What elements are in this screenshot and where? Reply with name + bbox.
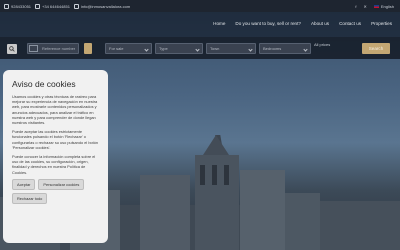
phone-icon xyxy=(4,3,9,9)
nav-home[interactable]: Home xyxy=(213,21,225,26)
accept-cookies-button[interactable]: Aceptar xyxy=(12,178,36,190)
price-filter[interactable]: All prices xyxy=(314,42,330,48)
chevron-down-icon xyxy=(303,47,308,52)
mobile-text: +34 644644851 xyxy=(42,3,70,9)
nav-properties[interactable]: Properties xyxy=(371,21,392,26)
mobile-icon xyxy=(35,3,41,9)
town-value: Town xyxy=(210,46,220,51)
cookie-text-3: Puede conocer la información completa so… xyxy=(12,154,96,175)
type-value: Type xyxy=(159,46,168,51)
uk-flag-icon xyxy=(373,4,379,8)
mobile-item[interactable]: +34 644644851 xyxy=(35,3,70,9)
reference-placeholder: Reference number xyxy=(42,46,76,51)
location-button[interactable] xyxy=(84,43,92,54)
search-icon[interactable] xyxy=(7,44,17,54)
nav-about-us[interactable]: About us xyxy=(311,21,329,26)
chevron-down-icon xyxy=(144,47,149,52)
chevron-down-icon xyxy=(195,47,200,52)
cookie-dialog: Aviso de cookies Usamos cookies y otras … xyxy=(3,70,108,243)
cookie-title: Aviso de cookies xyxy=(12,79,76,89)
email-text: info@inmosanvallalora.com xyxy=(80,3,131,9)
nav-contact-us[interactable]: Contact us xyxy=(339,21,361,26)
phone-text: 928433051 xyxy=(11,3,32,9)
type-select[interactable]: Type xyxy=(155,43,203,54)
chevron-down-icon xyxy=(248,47,253,52)
reference-checkbox-icon[interactable] xyxy=(29,45,38,52)
email-item[interactable]: info@inmosanvallalora.com xyxy=(73,3,131,9)
operation-select[interactable]: For sale xyxy=(105,43,152,54)
search-button[interactable]: Search xyxy=(362,43,390,54)
customize-cookies-button[interactable]: Personalizar cookies xyxy=(38,178,85,190)
nav-buy-sell-rent[interactable]: Do you want to buy, sell or rent? xyxy=(235,21,301,26)
email-icon xyxy=(73,3,79,9)
twitter-icon[interactable]: ✕ xyxy=(364,4,367,9)
facebook-icon[interactable]: f xyxy=(355,4,356,9)
top-info-bar: 928433051 +34 644644851 info@inmosanvall… xyxy=(0,0,400,12)
main-navigation: Home Do you want to buy, sell or rent? A… xyxy=(0,12,400,37)
cookie-text-2: Puede aceptar las cookies estrictamente … xyxy=(12,129,99,150)
cookie-text-1: Usamos cookies y otras técnicas de rastr… xyxy=(12,94,98,126)
operation-value: For sale xyxy=(109,46,124,51)
bedrooms-value: Bedrooms xyxy=(263,46,282,51)
town-select[interactable]: Town xyxy=(206,43,256,54)
phone-item[interactable]: 928433051 xyxy=(4,3,32,9)
language-selector[interactable]: English xyxy=(373,3,394,9)
reject-cookies-button[interactable]: Rechazar todo xyxy=(12,192,48,204)
language-label: English xyxy=(380,3,394,9)
bedrooms-select[interactable]: Bedrooms xyxy=(259,43,311,54)
